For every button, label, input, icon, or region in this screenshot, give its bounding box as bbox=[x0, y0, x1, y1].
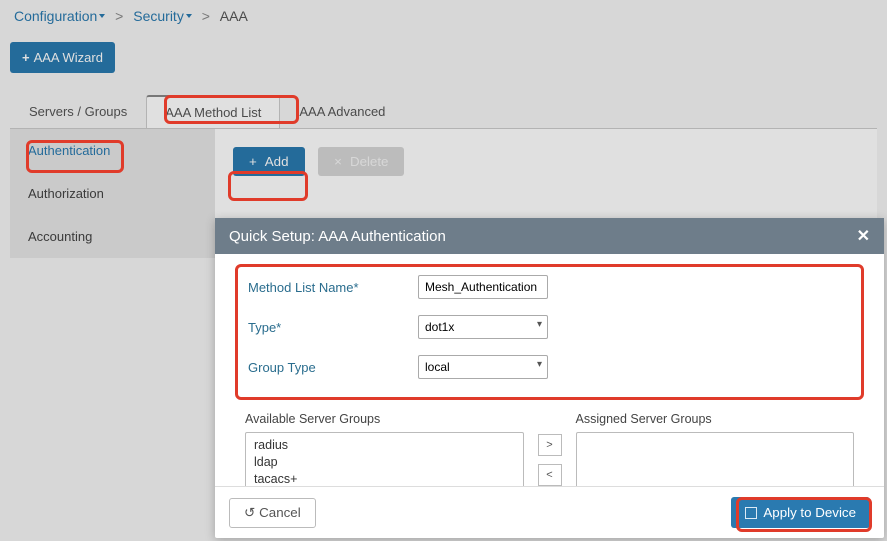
undo-icon: ↺ bbox=[244, 505, 255, 521]
x-icon: × bbox=[334, 154, 342, 169]
assigned-groups-title: Assigned Server Groups bbox=[576, 412, 855, 426]
available-groups-listbox[interactable]: radius ldap tacacs+ ISE-Group ISE_grp_l2 bbox=[245, 432, 524, 486]
aaa-wizard-button[interactable]: +AAA Wizard bbox=[10, 42, 115, 73]
list-item[interactable]: ldap bbox=[254, 454, 515, 471]
add-button[interactable]: +Add bbox=[233, 147, 305, 176]
breadcrumb: Configuration > Security > AAA bbox=[0, 0, 887, 32]
tab-aaa-advanced[interactable]: AAA Advanced bbox=[280, 95, 404, 128]
delete-button[interactable]: ×Delete bbox=[318, 147, 404, 176]
plus-icon: + bbox=[22, 50, 30, 65]
sidebar-item-accounting[interactable]: Accounting bbox=[10, 215, 215, 258]
apply-to-device-button[interactable]: Apply to Device bbox=[731, 497, 870, 528]
caret-down-icon bbox=[186, 14, 192, 18]
sidebar: Authentication Authorization Accounting bbox=[10, 129, 215, 258]
quick-setup-panel: Quick Setup: AAA Authentication ✕ Method… bbox=[215, 218, 884, 538]
type-select[interactable]: dot1x bbox=[418, 315, 548, 339]
available-groups-title: Available Server Groups bbox=[245, 412, 524, 426]
breadcrumb-configuration[interactable]: Configuration bbox=[14, 8, 105, 24]
breadcrumb-separator: > bbox=[109, 8, 129, 24]
list-item[interactable]: radius bbox=[254, 437, 515, 454]
assigned-groups-listbox[interactable] bbox=[576, 432, 855, 486]
sidebar-item-authorization[interactable]: Authorization bbox=[10, 172, 215, 215]
move-right-button[interactable]: > bbox=[538, 434, 562, 456]
sidebar-item-authentication[interactable]: Authentication bbox=[10, 129, 215, 172]
panel-footer: ↺Cancel Apply to Device bbox=[215, 486, 884, 538]
cancel-button[interactable]: ↺Cancel bbox=[229, 498, 316, 528]
group-type-select[interactable]: local bbox=[418, 355, 548, 379]
group-type-label: Group Type bbox=[248, 360, 418, 375]
plus-icon: + bbox=[249, 154, 257, 169]
method-list-name-input[interactable] bbox=[418, 275, 548, 299]
close-icon[interactable]: ✕ bbox=[857, 226, 870, 246]
caret-down-icon bbox=[99, 14, 105, 18]
panel-title: Quick Setup: AAA Authentication bbox=[229, 228, 446, 245]
breadcrumb-current: AAA bbox=[220, 8, 248, 24]
device-icon bbox=[745, 507, 757, 519]
move-left-button[interactable]: < bbox=[538, 464, 562, 486]
tab-bar: Servers / Groups AAA Method List AAA Adv… bbox=[10, 95, 877, 129]
type-label: Type* bbox=[248, 320, 418, 335]
breadcrumb-separator: > bbox=[196, 8, 216, 24]
panel-header: Quick Setup: AAA Authentication ✕ bbox=[215, 218, 884, 254]
breadcrumb-security[interactable]: Security bbox=[133, 8, 192, 24]
tab-servers-groups[interactable]: Servers / Groups bbox=[10, 95, 146, 128]
tab-aaa-method-list[interactable]: AAA Method List bbox=[146, 95, 280, 128]
list-item[interactable]: tacacs+ bbox=[254, 471, 515, 486]
method-list-name-label: Method List Name* bbox=[248, 280, 418, 295]
